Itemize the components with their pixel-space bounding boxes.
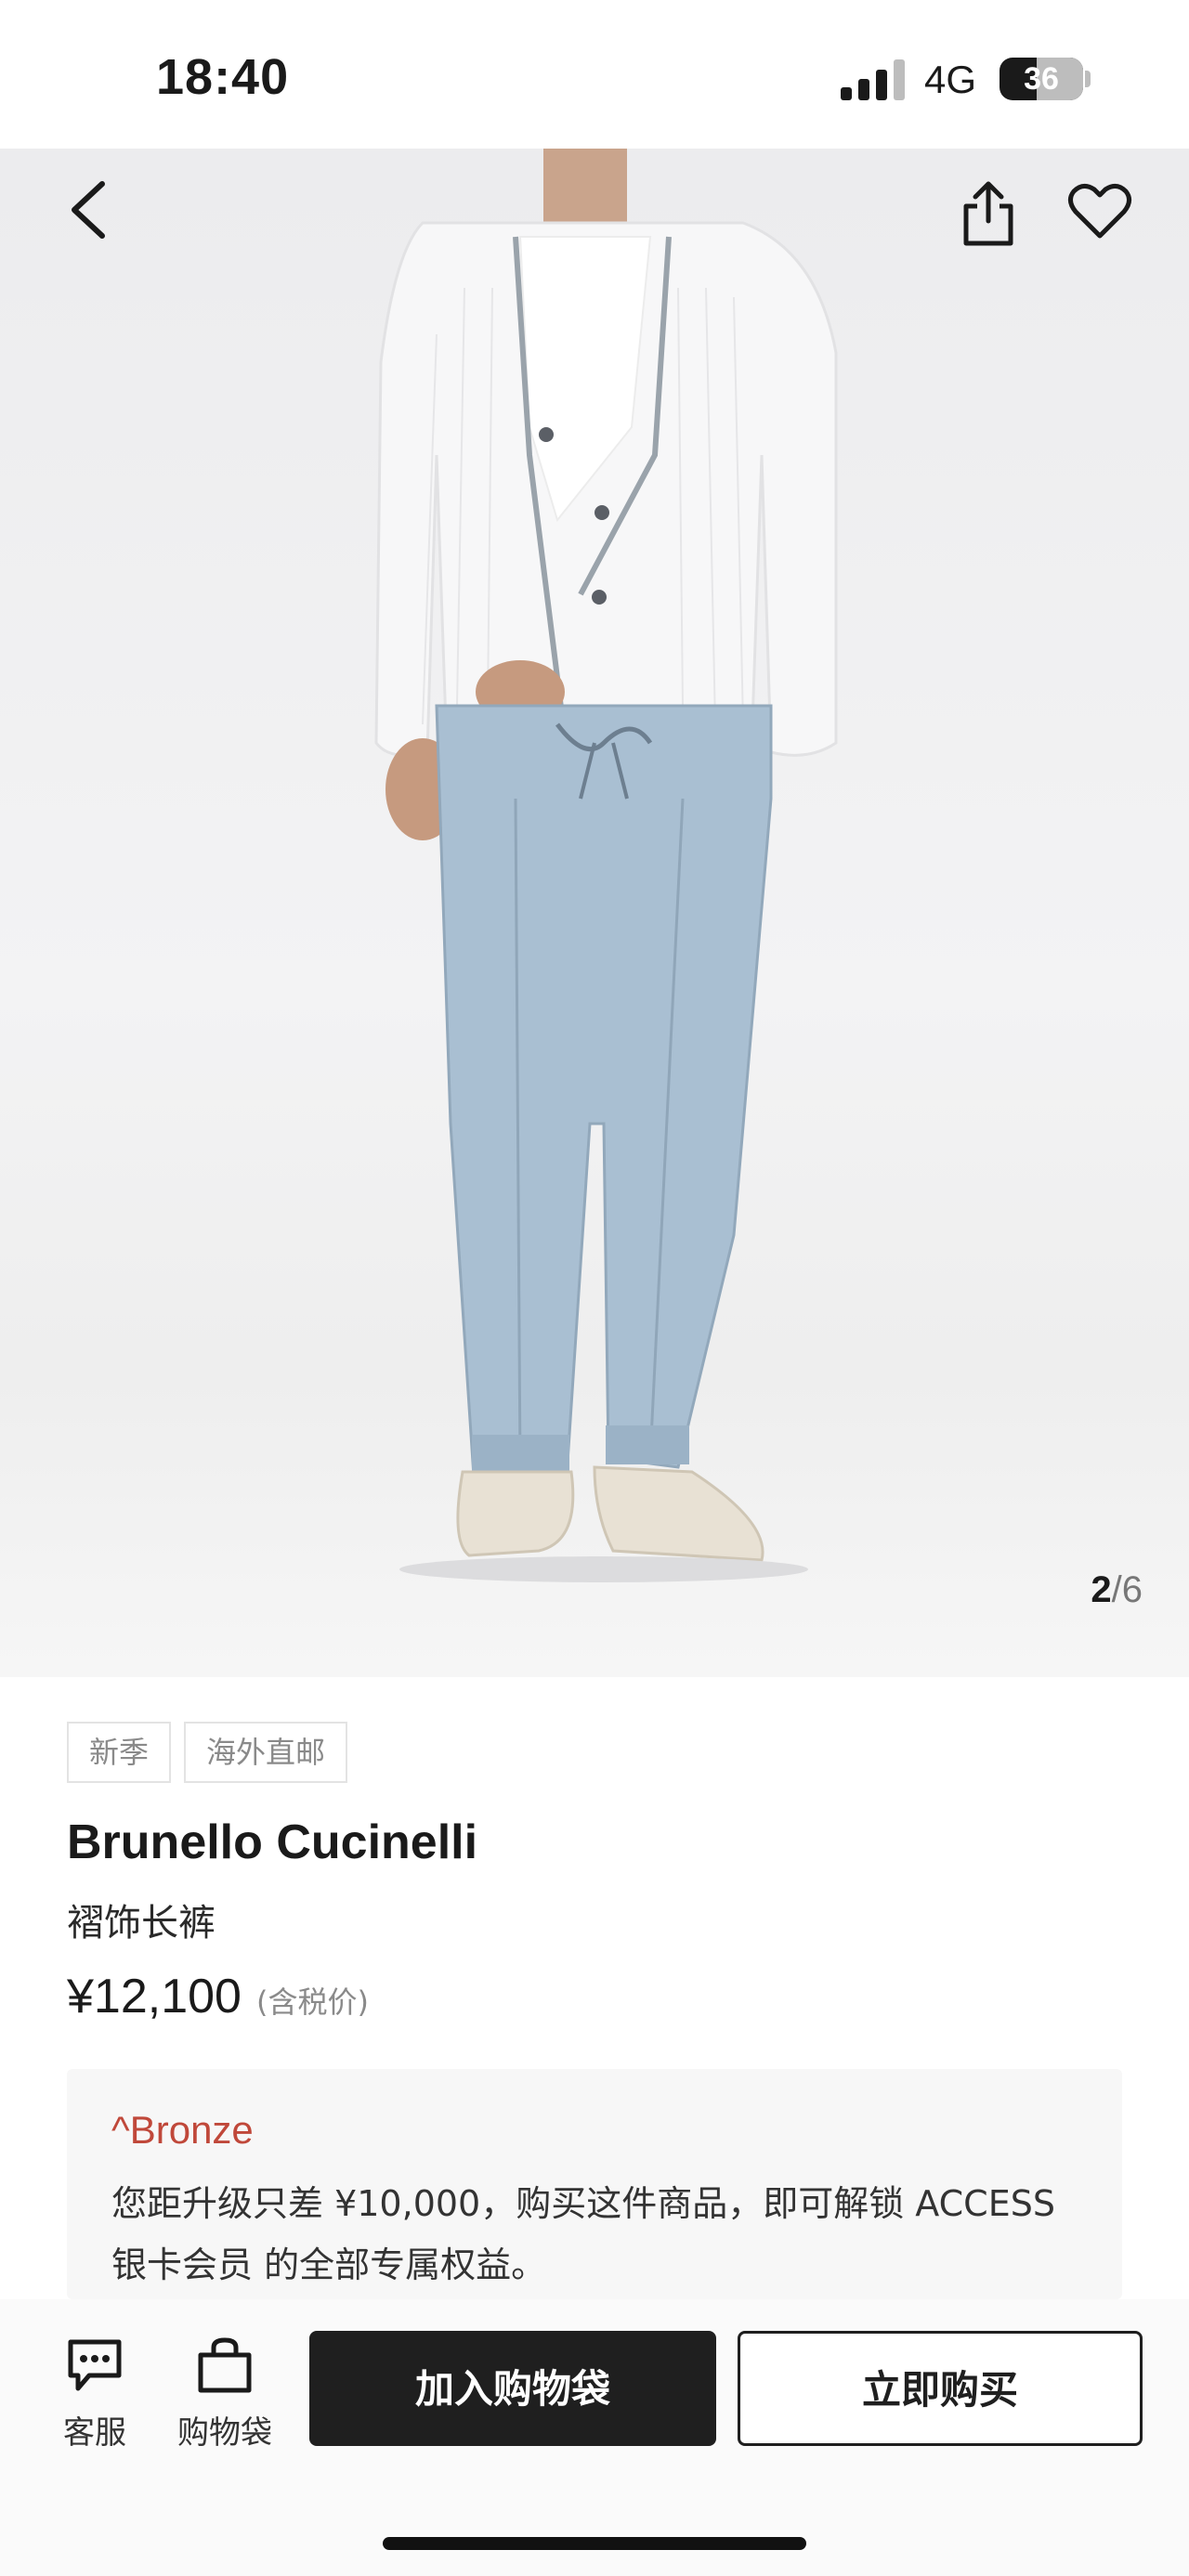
back-button[interactable] xyxy=(54,173,128,247)
tag-new-season: 新季 xyxy=(67,1722,172,1783)
price: ¥12,100 xyxy=(67,1970,242,2023)
add-to-bag-button[interactable]: 加入购物袋 xyxy=(309,2331,716,2446)
share-icon xyxy=(963,181,1013,246)
buy-now-button[interactable]: 立即购买 xyxy=(738,2331,1143,2446)
membership-message: 您距升级只差 ¥10,000，购买这件商品，即可解锁 ACCESS 银卡会员 的… xyxy=(111,2183,1055,2285)
status-time: 18:40 xyxy=(156,49,290,105)
shopping-bag-label: 购物袋 xyxy=(177,2414,272,2452)
battery-icon: 36 xyxy=(1000,58,1083,100)
customer-service-button[interactable]: 客服 xyxy=(39,2336,150,2452)
battery-level: 36 xyxy=(1024,61,1059,97)
chat-icon xyxy=(68,2339,122,2391)
image-counter-current: 2 xyxy=(1091,1569,1112,1610)
price-row: ¥12,100 (含税价) xyxy=(67,1969,369,2024)
signal-icon xyxy=(841,59,905,100)
membership-banner[interactable]: ^Bronze 您距升级只差 ¥10,000，购买这件商品，即可解锁 ACCES… xyxy=(67,2069,1122,2299)
chevron-left-icon xyxy=(72,181,105,239)
shopping-bag-icon xyxy=(198,2337,252,2393)
image-counter: 2/6 xyxy=(1091,1569,1143,1611)
customer-service-label: 客服 xyxy=(63,2414,126,2452)
favorite-button[interactable] xyxy=(1063,173,1137,247)
share-button[interactable] xyxy=(951,176,1026,251)
bottom-action-bar: 客服 购物袋 加入购物袋 立即购买 xyxy=(0,2299,1189,2576)
product-image[interactable]: 2/6 xyxy=(0,149,1189,1677)
status-bar: 18:40 4G 36 xyxy=(0,0,1189,149)
heart-icon xyxy=(1068,184,1131,239)
home-indicator[interactable] xyxy=(383,2537,806,2550)
price-note: (含税价) xyxy=(255,1984,369,2020)
shopping-bag-button[interactable]: 购物袋 xyxy=(169,2336,281,2452)
tag-overseas-shipping: 海外直邮 xyxy=(184,1722,348,1783)
brand-name[interactable]: Brunello Cucinelli xyxy=(67,1815,477,1870)
product-name: 褶饰长裤 xyxy=(67,1902,216,1945)
product-tags: 新季 海外直邮 xyxy=(67,1722,348,1783)
model-photo xyxy=(374,149,838,1582)
membership-level: ^Bronze xyxy=(111,2108,254,2152)
image-counter-separator: / xyxy=(1111,1569,1122,1610)
image-counter-total: 6 xyxy=(1121,1569,1143,1610)
battery-cap xyxy=(1085,71,1091,87)
network-type: 4G xyxy=(924,58,977,101)
